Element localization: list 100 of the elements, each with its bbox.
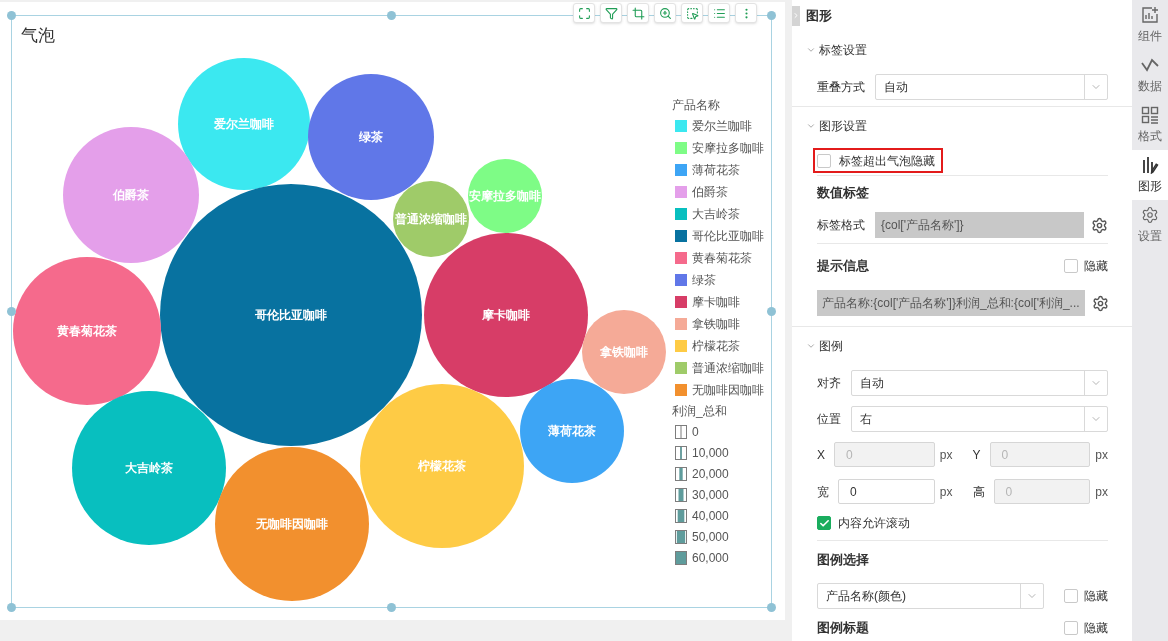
bubble-label: 摩卡咖啡 xyxy=(482,308,530,322)
legend-label[interactable]: 黄春菊花茶 xyxy=(692,249,752,267)
side-tab[interactable]: 组件 xyxy=(1132,0,1168,50)
side-tab[interactable]: 设置 xyxy=(1132,200,1168,250)
legend-label[interactable]: 伯爵茶 xyxy=(692,183,728,201)
side-tab[interactable]: 格式 xyxy=(1132,100,1168,150)
toolbar-button[interactable] xyxy=(708,3,730,23)
checkbox[interactable] xyxy=(1064,621,1078,635)
bubble[interactable] xyxy=(72,391,226,545)
color-swatch-icon[interactable] xyxy=(675,208,687,220)
color-swatch-icon[interactable] xyxy=(675,296,687,308)
legend-label[interactable]: 哥伦比亚咖啡 xyxy=(692,227,764,245)
subsection-heading: 数值标签 xyxy=(817,184,869,203)
resize-handle[interactable] xyxy=(7,11,16,20)
legend-label[interactable]: 无咖啡因咖啡 xyxy=(692,381,764,399)
checkbox[interactable] xyxy=(817,516,831,530)
toolbar-button[interactable] xyxy=(735,3,757,23)
unit-label: px xyxy=(939,483,953,501)
color-swatch-icon[interactable] xyxy=(675,362,687,374)
legend-select[interactable]: 产品名称(颜色) xyxy=(817,583,1044,609)
selection-frame[interactable] xyxy=(11,15,772,608)
subsection-heading: 提示信息 xyxy=(817,257,869,276)
color-swatch-icon[interactable] xyxy=(675,318,687,330)
resize-handle[interactable] xyxy=(767,11,776,20)
legend-label[interactable]: 普通浓缩咖啡 xyxy=(692,359,764,377)
toolbar-button[interactable] xyxy=(573,3,595,23)
color-swatch-icon[interactable] xyxy=(675,164,687,176)
color-swatch-icon[interactable] xyxy=(675,252,687,264)
resize-handle[interactable] xyxy=(387,603,396,612)
legend-label: 0 xyxy=(692,423,699,441)
size-scale-icon xyxy=(675,508,687,523)
bubble[interactable] xyxy=(520,379,624,483)
section-header[interactable]: 图例 xyxy=(806,337,843,355)
position-select[interactable]: 右 xyxy=(851,406,1108,432)
bubble[interactable] xyxy=(360,384,524,548)
checkbox[interactable] xyxy=(1064,259,1078,273)
color-swatch-icon[interactable] xyxy=(675,230,687,242)
side-tab[interactable]: 图形 xyxy=(1132,150,1168,200)
size-input[interactable]: 0 xyxy=(838,479,935,504)
resize-handle[interactable] xyxy=(7,307,16,316)
collapse-button[interactable] xyxy=(792,5,800,26)
legend-label[interactable]: 绿茶 xyxy=(692,271,716,289)
label-format-field[interactable]: {col['产品名称']} xyxy=(875,212,1084,238)
chevron-down-icon xyxy=(806,45,816,55)
bubble-label: 无咖啡因咖啡 xyxy=(256,517,328,531)
legend-label: 60,000 xyxy=(692,549,729,567)
section-header[interactable]: 标签设置 xyxy=(806,41,867,59)
coordinate-label: X xyxy=(817,446,825,464)
legend-label[interactable]: 安摩拉多咖啡 xyxy=(692,139,764,157)
color-swatch-icon[interactable] xyxy=(675,274,687,286)
legend-label[interactable]: 摩卡咖啡 xyxy=(692,293,740,311)
bubble[interactable] xyxy=(63,127,199,263)
legend-label[interactable]: 大吉岭茶 xyxy=(692,205,740,223)
tooltip-format-field[interactable]: 产品名称:{col['产品名称']}利润_总和:{col['利润_... xyxy=(817,290,1085,316)
color-swatch-icon[interactable] xyxy=(675,186,687,198)
panel-title: 图形 xyxy=(806,6,832,25)
align-select[interactable]: 自动 xyxy=(851,370,1108,396)
color-swatch-icon[interactable] xyxy=(675,384,687,396)
settings-icon[interactable] xyxy=(1091,294,1109,312)
field-label: 标签格式 xyxy=(817,217,866,234)
bubble-label: 拿铁咖啡 xyxy=(600,345,648,359)
legend-label: 30,000 xyxy=(692,486,729,504)
color-swatch-icon[interactable] xyxy=(675,340,687,352)
section-header[interactable]: 图形设置 xyxy=(806,117,867,135)
bubble[interactable] xyxy=(424,233,588,397)
legend-title: 产品名称 xyxy=(672,97,720,114)
side-tab[interactable]: 数据 xyxy=(1132,50,1168,100)
toolbar-button[interactable] xyxy=(654,3,676,23)
bubble[interactable] xyxy=(582,310,666,394)
chart-plus-icon xyxy=(1141,6,1159,24)
resize-handle[interactable] xyxy=(767,307,776,316)
toolbar-button[interactable] xyxy=(681,3,703,23)
color-swatch-icon[interactable] xyxy=(675,142,687,154)
bubble[interactable] xyxy=(13,257,161,405)
coordinate-label: Y xyxy=(972,446,981,464)
color-swatch-icon[interactable] xyxy=(675,120,687,132)
bubble[interactable] xyxy=(393,181,469,257)
checkbox-label: 隐藏 xyxy=(1084,258,1108,275)
resize-handle[interactable] xyxy=(767,603,776,612)
bubble-label: 伯爵茶 xyxy=(113,188,149,202)
overlap-select[interactable]: 自动 xyxy=(875,74,1108,100)
legend-label[interactable]: 薄荷花茶 xyxy=(692,161,740,179)
field-label: 位置 xyxy=(817,411,842,428)
legend-label[interactable]: 柠檬花茶 xyxy=(692,337,740,355)
toolbar-button[interactable] xyxy=(600,3,622,23)
grid-icon xyxy=(1141,106,1159,124)
checkbox[interactable] xyxy=(817,153,831,168)
bubble[interactable] xyxy=(308,74,434,200)
legend-label[interactable]: 爱尔兰咖啡 xyxy=(692,117,752,135)
legend-label[interactable]: 拿铁咖啡 xyxy=(692,315,740,333)
bubble[interactable] xyxy=(215,447,369,601)
unit-label: px xyxy=(939,446,953,464)
crop-icon xyxy=(631,6,645,20)
subsection-heading: 图例标题 xyxy=(817,619,869,638)
checkbox[interactable] xyxy=(1064,589,1078,603)
resize-handle[interactable] xyxy=(7,603,16,612)
settings-icon[interactable] xyxy=(1091,216,1108,234)
resize-handle[interactable] xyxy=(387,11,396,20)
toolbar-button[interactable] xyxy=(627,3,649,23)
zoom-in-icon xyxy=(658,6,672,20)
